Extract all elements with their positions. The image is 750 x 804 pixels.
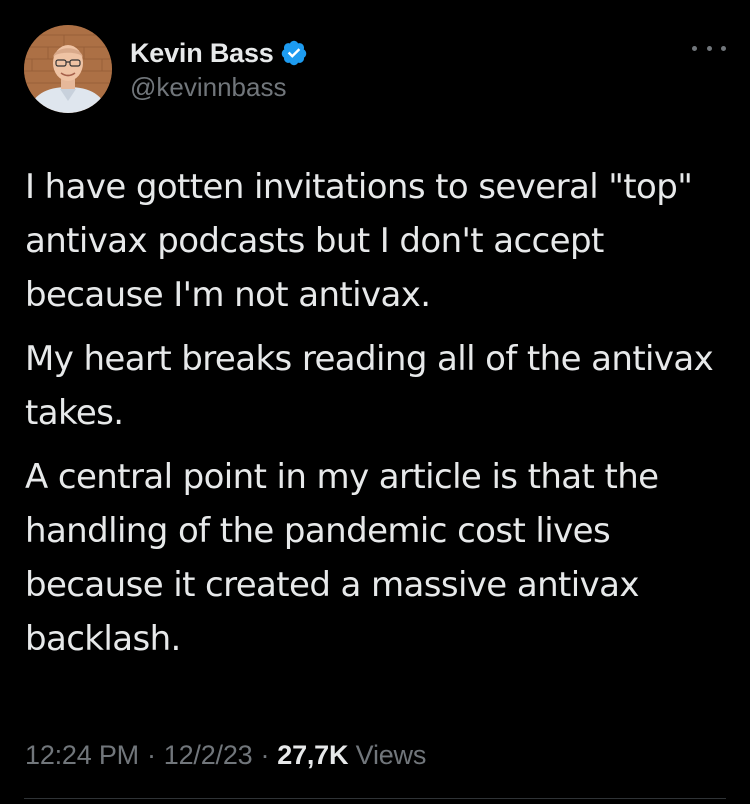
views-count[interactable]: 27,7K	[277, 740, 348, 770]
views-label: Views	[355, 740, 427, 770]
tweet-paragraph: A central point in my article is that th…	[25, 457, 659, 659]
more-dot	[692, 45, 697, 51]
tweet-metadata: 12:24 PM · 12/2/23 · 27,7K Views	[25, 740, 426, 771]
divider	[24, 798, 726, 799]
author-block: Kevin Bass @kevinnbass	[130, 36, 308, 103]
profile-photo	[24, 25, 112, 113]
tweet-text: I have gotten invitations to several "to…	[25, 160, 725, 676]
meta-separator: ·	[146, 740, 156, 770]
tweet-time[interactable]: 12:24 PM	[25, 740, 139, 770]
tweet-paragraph: My heart breaks reading all of the antiv…	[25, 339, 714, 433]
more-options-icon[interactable]	[692, 38, 726, 58]
name-row: Kevin Bass	[130, 36, 308, 70]
author-avatar[interactable]	[24, 25, 112, 113]
tweet-paragraph: I have gotten invitations to several "to…	[25, 167, 693, 315]
meta-separator: ·	[260, 740, 270, 770]
tweet-card: Kevin Bass @kevinnbass I have gotten inv…	[0, 0, 750, 804]
tweet-date[interactable]: 12/2/23	[164, 740, 253, 770]
author-display-name[interactable]: Kevin Bass	[130, 38, 274, 69]
verified-badge-icon[interactable]	[280, 39, 308, 67]
more-dot	[706, 45, 712, 51]
author-handle[interactable]: @kevinnbass	[130, 72, 308, 103]
more-dot	[721, 45, 726, 51]
